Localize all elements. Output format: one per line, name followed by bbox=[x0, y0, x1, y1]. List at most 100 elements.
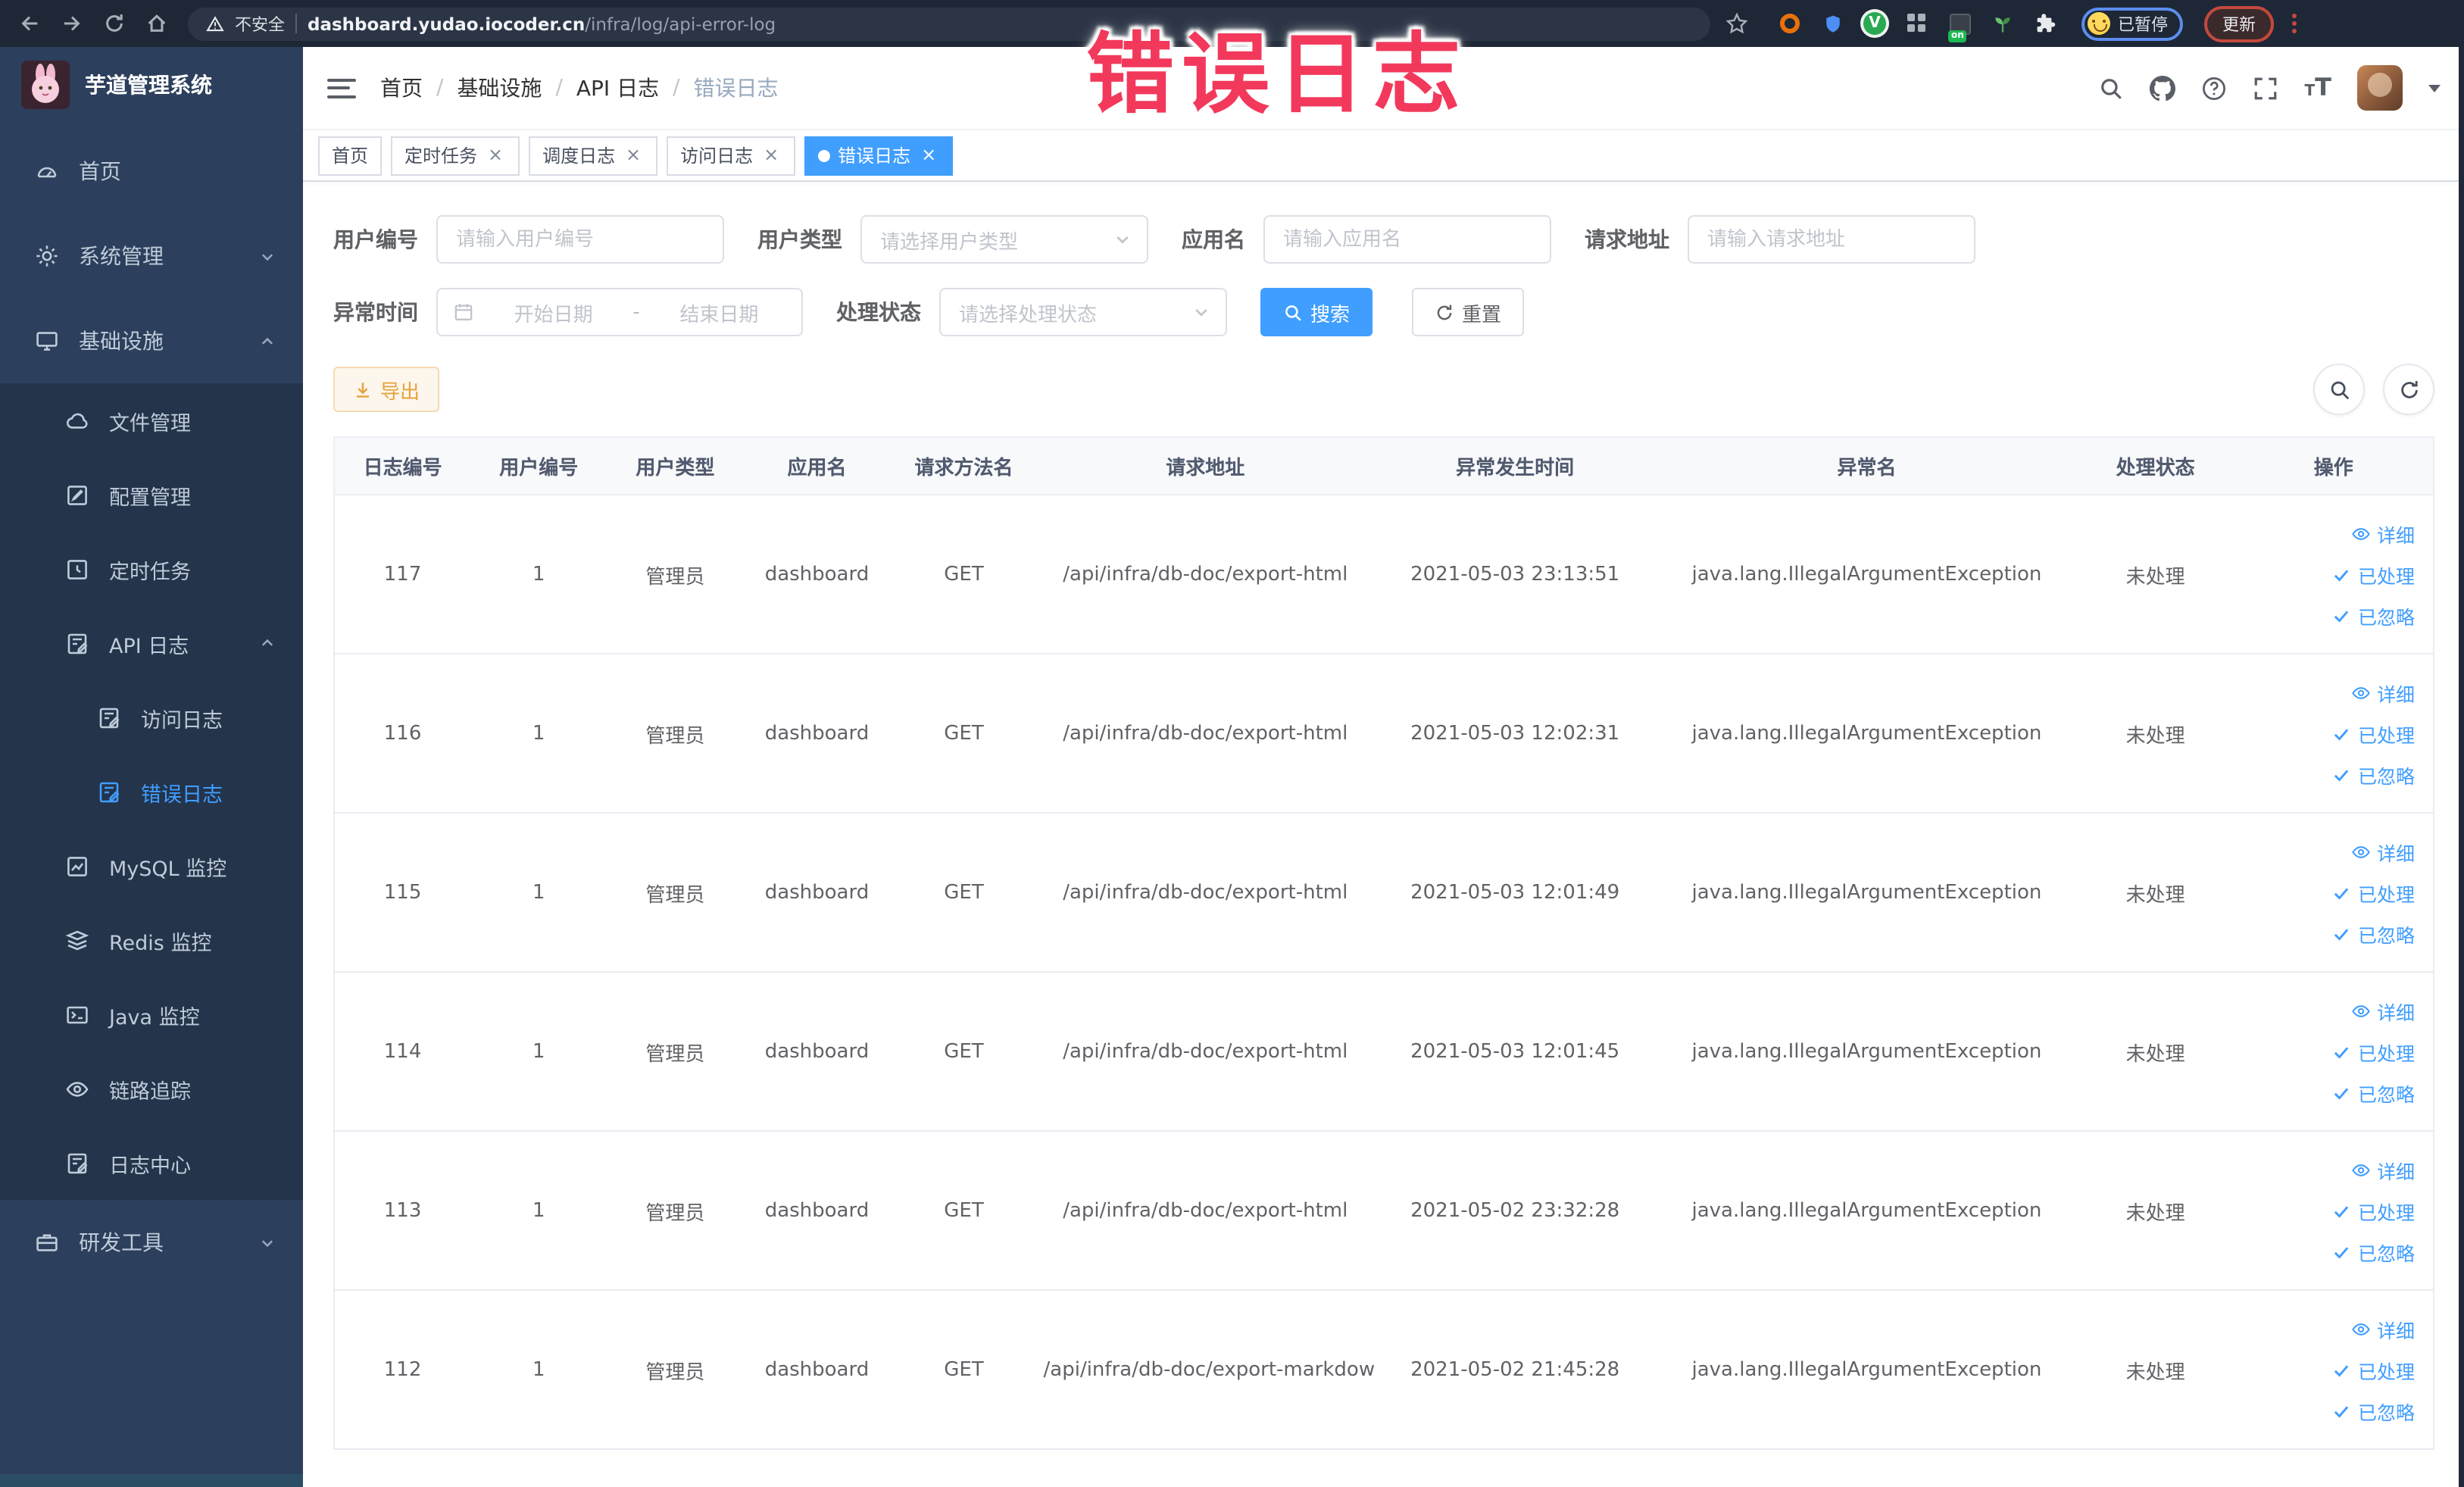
start-date-placeholder[interactable]: 开始日期 bbox=[486, 298, 620, 326]
search-icon[interactable] bbox=[2099, 75, 2125, 101]
detail-link[interactable]: 详细 bbox=[2351, 996, 2415, 1025]
refresh-icon bbox=[1437, 304, 1452, 320]
user-id-input[interactable] bbox=[436, 215, 724, 264]
sidebar-item-java-monitor[interactable]: Java 监控 bbox=[0, 977, 303, 1051]
eye-icon bbox=[2352, 1004, 2370, 1017]
insecure-warning-icon bbox=[206, 15, 224, 31]
extension-donut-icon[interactable] bbox=[1777, 11, 1803, 36]
sidebar-item-home[interactable]: 首页 bbox=[0, 129, 303, 214]
user-avatar[interactable] bbox=[2357, 65, 2403, 111]
check-icon bbox=[2334, 1364, 2350, 1376]
detail-link[interactable]: 详细 bbox=[2351, 678, 2415, 707]
close-tab-icon[interactable]: × bbox=[485, 144, 506, 166]
tab-access-log[interactable]: 访问日志 × bbox=[667, 136, 796, 175]
breadcrumb-api-logs[interactable]: API 日志 bbox=[576, 73, 659, 103]
sidebar-item-log-center[interactable]: 日志中心 bbox=[0, 1126, 303, 1200]
refresh-table-button[interactable] bbox=[2383, 364, 2434, 415]
mark-processed-link[interactable]: 已处理 bbox=[2332, 1196, 2415, 1225]
github-icon[interactable] bbox=[2150, 75, 2176, 101]
mark-processed-link[interactable]: 已处理 bbox=[2332, 719, 2415, 748]
tab-error-log[interactable]: 错误日志 × bbox=[804, 136, 954, 175]
extension-leaf-icon[interactable] bbox=[1989, 11, 2015, 36]
date-range-picker[interactable]: 开始日期 - 结束日期 bbox=[436, 288, 803, 336]
app-logo[interactable]: 芋道管理系统 bbox=[0, 47, 303, 123]
extension-shield-icon[interactable] bbox=[1819, 11, 1845, 36]
user-type-select[interactable]: 请选择用户类型 bbox=[860, 215, 1148, 264]
app-name-input[interactable] bbox=[1263, 215, 1551, 264]
close-tab-icon[interactable]: × bbox=[918, 144, 939, 166]
browser-forward-icon[interactable] bbox=[55, 7, 88, 40]
export-button[interactable]: 导出 bbox=[333, 367, 440, 412]
mark-processed-link[interactable]: 已处理 bbox=[2332, 878, 2415, 907]
browser-profile-chip[interactable]: 已暂停 bbox=[2081, 7, 2183, 40]
mark-ignored-link[interactable]: 已忽略 bbox=[2332, 1237, 2415, 1266]
sidebar-item-config-mgmt[interactable]: 配置管理 bbox=[0, 458, 303, 532]
close-tab-icon[interactable]: × bbox=[623, 144, 644, 166]
help-icon[interactable] bbox=[2202, 75, 2228, 101]
extension-v-icon[interactable]: V bbox=[1862, 11, 1888, 36]
user-menu-caret-icon[interactable] bbox=[2428, 84, 2441, 92]
mark-processed-link[interactable]: 已处理 bbox=[2332, 560, 2415, 589]
mark-ignored-link[interactable]: 已忽略 bbox=[2332, 601, 2415, 629]
mark-processed-link[interactable]: 已处理 bbox=[2332, 1037, 2415, 1066]
tab-schedule-log[interactable]: 调度日志 × bbox=[529, 136, 658, 175]
detail-link[interactable]: 详细 bbox=[2351, 519, 2415, 548]
bookmark-star-icon[interactable] bbox=[1719, 7, 1753, 40]
table-row: 117 1 管理员 dashboard GET /api/infra/db-do… bbox=[334, 495, 2434, 654]
refresh-icon bbox=[2400, 380, 2417, 398]
layers-icon bbox=[65, 929, 89, 950]
extension-grid-icon[interactable] bbox=[1904, 11, 1930, 36]
address-bar[interactable]: 不安全 dashboard.yudao.iocoder.cn/infra/log… bbox=[188, 7, 1710, 40]
mark-ignored-link[interactable]: 已忽略 bbox=[2332, 1396, 2415, 1425]
table-toolbar: 导出 bbox=[333, 364, 2434, 415]
sidebar-item-error-log[interactable]: 错误日志 bbox=[0, 754, 303, 829]
sidebar-item-system-mgmt[interactable]: 系统管理 bbox=[0, 214, 303, 298]
request-url-input[interactable] bbox=[1688, 215, 1975, 264]
detail-link[interactable]: 详细 bbox=[2351, 1314, 2415, 1343]
breadcrumb-infrastructure[interactable]: 基础设施 bbox=[457, 73, 542, 103]
breadcrumb-home[interactable]: 首页 bbox=[380, 73, 423, 103]
sidebar-item-api-logs[interactable]: API 日志 bbox=[0, 606, 303, 680]
detail-link[interactable]: 详细 bbox=[2351, 1155, 2415, 1184]
extensions-puzzle-icon[interactable] bbox=[2031, 11, 2057, 36]
browser-back-icon[interactable] bbox=[12, 7, 45, 40]
tab-scheduled-tasks[interactable]: 定时任务 × bbox=[391, 136, 520, 175]
end-date-placeholder[interactable]: 结束日期 bbox=[652, 298, 786, 326]
detail-link[interactable]: 详细 bbox=[2351, 837, 2415, 866]
terminal-icon bbox=[67, 1005, 88, 1023]
mark-ignored-link[interactable]: 已忽略 bbox=[2332, 919, 2415, 948]
mark-ignored-link[interactable]: 已忽略 bbox=[2332, 1078, 2415, 1107]
mark-processed-link[interactable]: 已处理 bbox=[2332, 1355, 2415, 1384]
security-label[interactable]: 不安全 bbox=[235, 11, 285, 36]
sidebar-toggle[interactable] bbox=[327, 78, 356, 98]
sidebar-item-infrastructure[interactable]: 基础设施 bbox=[0, 298, 303, 383]
browser-reload-icon[interactable] bbox=[97, 7, 130, 40]
search-button[interactable]: 搜索 bbox=[1260, 288, 1373, 336]
sidebar-item-file-mgmt[interactable]: 文件管理 bbox=[0, 383, 303, 458]
reset-button[interactable]: 重置 bbox=[1412, 288, 1525, 336]
check-icon bbox=[2334, 887, 2350, 899]
extension-dark-icon[interactable]: on bbox=[1947, 11, 1972, 42]
check-icon bbox=[2334, 769, 2350, 781]
sidebar-item-dev-tools[interactable]: 研发工具 bbox=[0, 1200, 303, 1285]
tab-home[interactable]: 首页 bbox=[318, 136, 383, 175]
chevron-up-icon bbox=[261, 639, 273, 646]
mark-ignored-link[interactable]: 已忽略 bbox=[2332, 760, 2415, 789]
sidebar-item-mysql-monitor[interactable]: MySQL 监控 bbox=[0, 829, 303, 903]
browser-update-button[interactable]: 更新 bbox=[2204, 5, 2274, 42]
toggle-search-button[interactable] bbox=[2313, 364, 2365, 415]
search-icon bbox=[2330, 380, 2349, 399]
fullscreen-icon[interactable] bbox=[2253, 75, 2279, 101]
font-size-icon[interactable]: TT bbox=[2305, 75, 2332, 100]
browser-home-icon[interactable] bbox=[139, 7, 173, 40]
sidebar-item-redis-monitor[interactable]: Redis 监控 bbox=[0, 903, 303, 977]
process-status-select[interactable]: 请选择处理状态 bbox=[939, 288, 1227, 336]
close-tab-icon[interactable]: × bbox=[760, 144, 782, 166]
browser-menu-icon[interactable] bbox=[2292, 14, 2297, 33]
sidebar-item-tracing[interactable]: 链路追踪 bbox=[0, 1051, 303, 1126]
app-name-label: 应用名 bbox=[1182, 229, 1245, 253]
chart-icon bbox=[67, 856, 87, 876]
sidebar-item-access-log[interactable]: 访问日志 bbox=[0, 680, 303, 754]
sidebar-item-scheduled-tasks[interactable]: 定时任务 bbox=[0, 532, 303, 606]
page-url[interactable]: dashboard.yudao.iocoder.cn/infra/log/api… bbox=[308, 13, 776, 34]
